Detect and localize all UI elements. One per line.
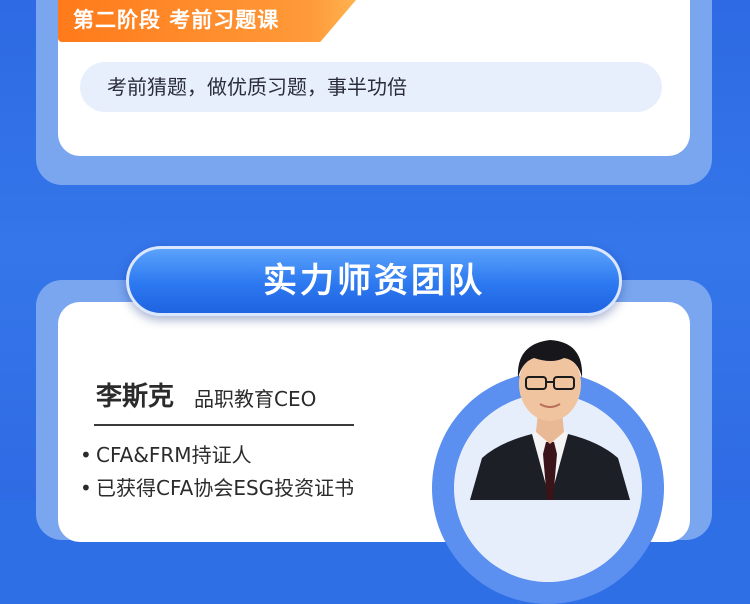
bullet-icon: •: [80, 443, 92, 467]
stage-description: 考前猜题，做优质习题，事半功倍: [107, 75, 407, 99]
name-divider: [94, 424, 354, 426]
credential-item: • CFA&FRM持证人: [80, 441, 252, 469]
teacher-portrait: [470, 340, 630, 500]
section-title: 实力师资团队: [263, 261, 485, 301]
stage-description-pill: 考前猜题，做优质习题，事半功倍: [80, 62, 662, 112]
teacher-role: 品职教育CEO: [194, 387, 317, 411]
credential-text: 已获得CFA协会ESG投资证书: [96, 476, 355, 500]
credential-item: • 已获得CFA协会ESG投资证书: [80, 474, 354, 502]
bullet-icon: •: [80, 476, 92, 500]
section-title-banner: 实力师资团队: [126, 246, 622, 316]
stage-label: 第二阶段 考前习题课: [73, 8, 280, 32]
teacher-name: 李斯克: [96, 382, 175, 412]
credential-text: CFA&FRM持证人: [96, 443, 252, 467]
